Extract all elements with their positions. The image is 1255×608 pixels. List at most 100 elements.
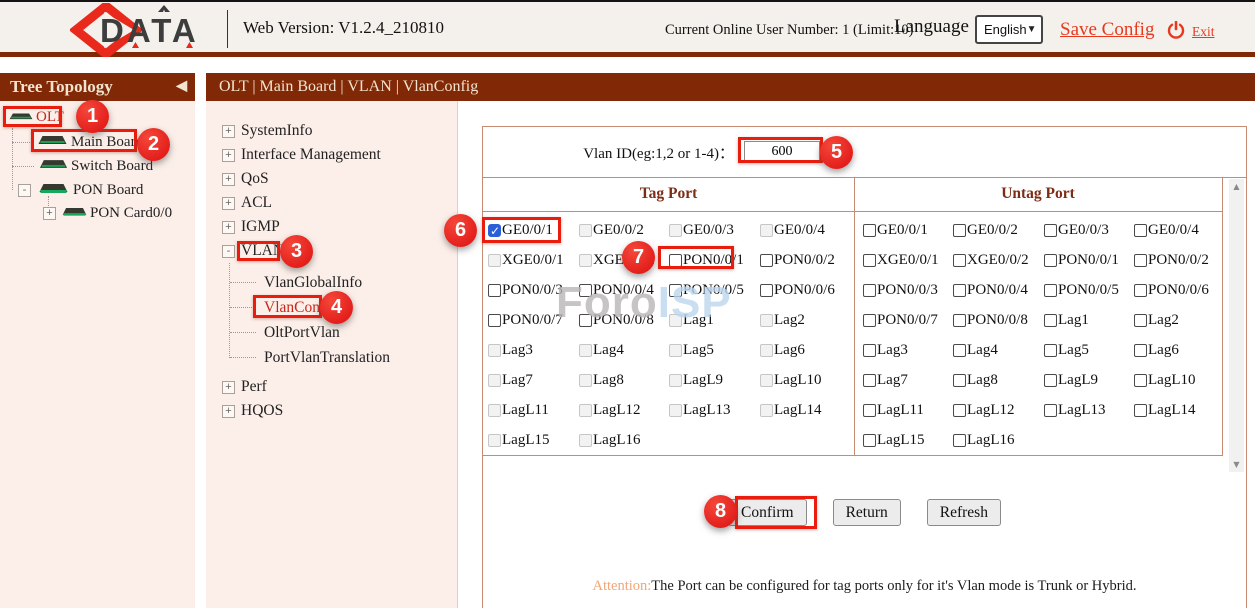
tree-item-main-board[interactable]: Main Board — [36, 131, 143, 153]
port-checkbox[interactable] — [669, 314, 682, 327]
port-checkbox[interactable] — [579, 254, 592, 267]
port-checkbox[interactable] — [1044, 314, 1057, 327]
return-button[interactable]: Return — [833, 499, 901, 526]
port-checkbox[interactable] — [953, 284, 966, 297]
scroll-up-icon[interactable]: ▲ — [1229, 179, 1244, 194]
port-checkbox[interactable] — [863, 434, 876, 447]
port-checkbox[interactable] — [760, 284, 773, 297]
port-checkbox[interactable] — [760, 374, 773, 387]
refresh-button[interactable]: Refresh — [927, 499, 1001, 526]
port-checkbox[interactable] — [1134, 344, 1147, 357]
tree-item-pon-board[interactable]: - PON Board — [18, 179, 143, 201]
menu-item[interactable]: + QoS — [206, 167, 457, 191]
port-checkbox[interactable] — [579, 434, 592, 447]
port-checkbox[interactable] — [1044, 344, 1057, 357]
port-checkbox[interactable] — [863, 374, 876, 387]
port-checkbox[interactable] — [863, 344, 876, 357]
menu-item[interactable]: VlanGlobalInfo — [206, 270, 457, 295]
port-checkbox[interactable] — [1044, 254, 1057, 267]
vertical-scrollbar[interactable]: ▲ ▼ — [1229, 179, 1244, 472]
port-checkbox[interactable] — [579, 314, 592, 327]
port-checkbox[interactable] — [488, 404, 501, 417]
port-checkbox[interactable] — [669, 254, 682, 267]
menu-item[interactable]: + Interface Management — [206, 143, 457, 167]
port-checkbox[interactable] — [953, 254, 966, 267]
expander-icon[interactable]: + — [222, 221, 235, 234]
expander-icon[interactable]: - — [222, 245, 235, 258]
port-checkbox[interactable] — [953, 434, 966, 447]
expand-node-icon[interactable]: + — [43, 207, 56, 220]
menu-item[interactable]: + SystemInfo — [206, 119, 457, 143]
menu-item[interactable]: OltPortVlan — [206, 320, 457, 345]
port-checkbox[interactable] — [1134, 404, 1147, 417]
port-checkbox[interactable] — [669, 374, 682, 387]
vlan-id-input[interactable] — [744, 141, 820, 162]
tree-item-pon-card[interactable]: + PON Card0/0 — [43, 202, 172, 224]
port-checkbox[interactable] — [579, 404, 592, 417]
tree-item-olt[interactable]: OLT — [8, 106, 64, 128]
port-checkbox[interactable] — [1044, 224, 1057, 237]
menu-item[interactable]: - VLAN — [206, 239, 457, 263]
port-checkbox[interactable] — [863, 224, 876, 237]
port-checkbox[interactable] — [1134, 284, 1147, 297]
port-checkbox[interactable] — [953, 374, 966, 387]
port-checkbox[interactable] — [488, 254, 501, 267]
port-checkbox[interactable] — [669, 344, 682, 357]
port-checkbox[interactable] — [863, 314, 876, 327]
collapse-sidebar-icon[interactable]: ◀ — [176, 73, 187, 101]
port-checkbox[interactable] — [488, 344, 501, 357]
scroll-down-icon[interactable]: ▼ — [1229, 457, 1244, 472]
save-config-link[interactable]: Save Config — [1060, 19, 1154, 41]
port-checkbox[interactable] — [863, 254, 876, 267]
port-checkbox[interactable] — [488, 374, 501, 387]
port-checkbox[interactable] — [669, 284, 682, 297]
port-checkbox[interactable] — [863, 404, 876, 417]
port-checkbox[interactable] — [1134, 224, 1147, 237]
power-icon[interactable] — [1167, 21, 1185, 46]
port-checkbox[interactable] — [579, 344, 592, 357]
port-checkbox[interactable] — [863, 284, 876, 297]
menu-item[interactable]: + IGMP — [206, 215, 457, 239]
port-checkbox[interactable] — [760, 344, 773, 357]
menu-item[interactable]: VlanConfig — [206, 295, 457, 320]
port-checkbox[interactable] — [1134, 254, 1147, 267]
port-checkbox[interactable] — [953, 404, 966, 417]
port-checkbox[interactable] — [1044, 284, 1057, 297]
port-checkbox[interactable] — [953, 224, 966, 237]
port-checkbox[interactable] — [953, 344, 966, 357]
port-cell: PON0/0/5 — [1044, 275, 1134, 305]
port-checkbox[interactable] — [488, 284, 501, 297]
port-checkbox[interactable] — [669, 404, 682, 417]
confirm-button[interactable]: Confirm — [728, 499, 807, 526]
port-checkbox[interactable] — [488, 434, 501, 447]
exit-link[interactable]: Exit — [1192, 24, 1215, 40]
language-select[interactable]: English ▼ — [975, 15, 1043, 44]
menu-item[interactable]: PortVlanTranslation — [206, 345, 457, 370]
port-checkbox[interactable] — [1134, 314, 1147, 327]
port-checkbox[interactable] — [760, 314, 773, 327]
port-checkbox[interactable] — [488, 224, 501, 237]
expander-icon[interactable]: + — [222, 173, 235, 186]
menu-item[interactable]: + HQOS — [206, 399, 457, 423]
port-checkbox[interactable] — [953, 314, 966, 327]
port-checkbox[interactable] — [1134, 374, 1147, 387]
menu-item[interactable]: + Perf — [206, 375, 457, 399]
port-checkbox[interactable] — [579, 284, 592, 297]
port-checkbox[interactable] — [579, 224, 592, 237]
expander-icon[interactable]: + — [222, 381, 235, 394]
expander-icon[interactable]: + — [222, 125, 235, 138]
expander-icon[interactable]: + — [222, 149, 235, 162]
menu-item[interactable]: + ACL — [206, 191, 457, 215]
port-checkbox[interactable] — [760, 224, 773, 237]
port-checkbox[interactable] — [760, 254, 773, 267]
port-checkbox[interactable] — [669, 224, 682, 237]
port-checkbox[interactable] — [1044, 404, 1057, 417]
port-checkbox[interactable] — [579, 374, 592, 387]
expander-icon[interactable]: + — [222, 197, 235, 210]
port-checkbox[interactable] — [760, 404, 773, 417]
expander-icon[interactable]: + — [222, 405, 235, 418]
port-checkbox[interactable] — [488, 314, 501, 327]
port-checkbox[interactable] — [1044, 374, 1057, 387]
collapse-node-icon[interactable]: - — [18, 184, 31, 197]
tree-item-switch-board[interactable]: Switch Board — [38, 155, 153, 177]
